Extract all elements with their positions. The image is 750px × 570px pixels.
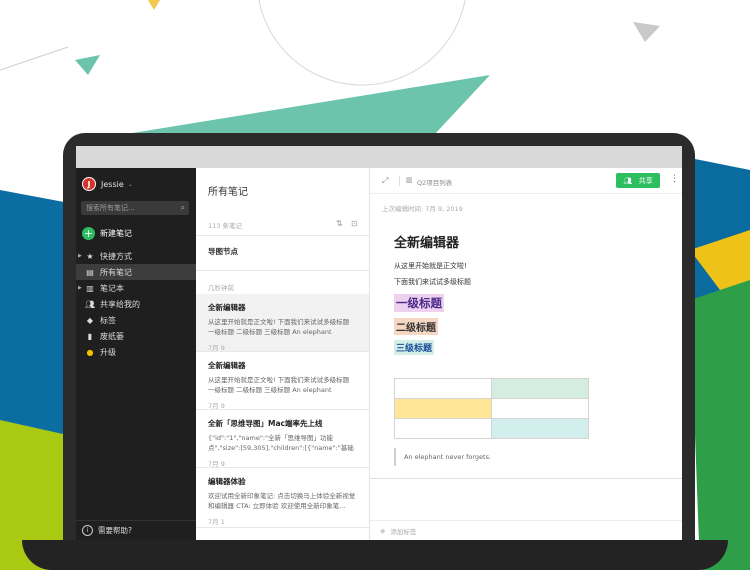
sidebar-item-tags[interactable]: ◆ 标签 <box>76 312 196 328</box>
people-icon: 👥︎ <box>84 299 96 309</box>
table-cell[interactable] <box>491 418 589 439</box>
help-button[interactable]: i 需要帮助? <box>76 520 196 540</box>
sidebar-item-upgrade[interactable]: ● 升级 <box>76 344 196 360</box>
add-tag-label: 添加标签 <box>390 527 417 536</box>
note-date: 7月 9 <box>208 402 225 410</box>
editor-toolbar: ⤢ ▥ Q2项目列表 👥︎ 共享 ⋮ <box>370 168 682 194</box>
list-item[interactable]: 编辑器体验 欢迎试用全新印象笔记: 点击切换马上体验全新视觉和编辑器 CTA: … <box>196 468 369 528</box>
new-note-button[interactable]: + 新建笔记 <box>82 227 132 240</box>
table-cell[interactable] <box>394 398 492 419</box>
new-note-label: 新建笔记 <box>100 229 132 238</box>
list-item[interactable]: 全新编辑器 从这里开始就是正文啦! 下面我们来试试多级标题 一级标题 二级标题 … <box>196 352 369 410</box>
search-input[interactable]: 搜索所有笔记... ⌕ <box>81 201 189 215</box>
search-placeholder: 搜索所有笔记... <box>86 204 135 212</box>
table-cell[interactable] <box>491 398 589 419</box>
sidebar-item-shared[interactable]: 👥︎ 共享给我的 <box>76 296 196 312</box>
heading-level-2[interactable]: 二级标题 <box>394 318 438 335</box>
body-paragraph[interactable]: 从这里开始就是正文啦! <box>394 261 467 271</box>
filter-icon[interactable]: ⊡ <box>351 219 358 228</box>
avatar: J <box>82 177 96 191</box>
list-item[interactable]: 全新「思维导图」Mac端率先上线 {"id":"1","name":"全新「思维… <box>196 410 369 468</box>
table-cell[interactable] <box>491 378 589 399</box>
notebook-selector[interactable]: Q2项目列表 <box>417 177 452 187</box>
note-icon: ▤ <box>86 267 94 277</box>
note-table[interactable] <box>394 378 589 439</box>
heading-level-3[interactable]: 三级标题 <box>394 340 435 355</box>
sidebar: J Jessie ⌄ 搜索所有笔记... ⌕ + 新建笔记 ▶ ★ 快捷方式 ▤… <box>76 168 196 540</box>
note-title: 全新编辑器 <box>208 361 246 370</box>
trash-icon: ▮ <box>87 331 93 341</box>
page-title: 所有笔记 <box>208 187 248 198</box>
note-snippet: 从这里开始就是正文啦! 下面我们来试试多级标题 一级标题 二级标题 三级标题 A… <box>208 376 350 394</box>
note-snippet: 欢迎试用全新印象笔记: 点击切换马上体验全新视觉和编辑器 CTA: 立即体验 欢… <box>208 492 356 510</box>
body-paragraph[interactable]: 下面我们来试试多级标题 <box>394 277 471 287</box>
star-icon: ★ <box>86 251 94 261</box>
tag-icon: ◈ <box>380 526 386 535</box>
note-count: 113 条笔记 <box>208 222 242 230</box>
sidebar-item-notebooks[interactable]: ▶ ▥ 笔记本 <box>76 280 196 296</box>
heading-level-1[interactable]: 一级标题 <box>394 294 444 312</box>
table-cell[interactable] <box>394 418 492 439</box>
table-cell[interactable] <box>394 378 492 399</box>
user-name: Jessie <box>101 179 124 189</box>
upgrade-coin-icon: ● <box>86 347 94 357</box>
note-title: 全新编辑器 <box>208 303 246 312</box>
help-label: 需要帮助? <box>98 526 132 535</box>
sidebar-item-all-notes[interactable]: ▤ 所有笔记 <box>76 264 196 280</box>
sidebar-item-label: 废纸篓 <box>100 331 124 341</box>
account-switcher[interactable]: J Jessie ⌄ <box>82 176 133 192</box>
share-label: 共享 <box>638 176 653 185</box>
note-snippet: 从这里开始就是正文啦! 下面我们来试试多级标题 一级标题 二级标题 三级标题 A… <box>208 318 350 336</box>
list-item[interactable]: 全新编辑器 从这里开始就是正文啦! 下面我们来试试多级标题 一级标题 二级标题 … <box>196 294 369 352</box>
laptop-base <box>22 540 728 570</box>
note-editor: ⤢ ▥ Q2项目列表 👥︎ 共享 ⋮ 上次编辑时间: 7月 9, 2019 全新… <box>370 168 682 540</box>
divider <box>370 478 682 479</box>
window-titlebar <box>76 146 682 168</box>
sidebar-item-label: 所有笔记 <box>100 267 132 277</box>
note-date: 7月 9 <box>208 344 225 352</box>
notebook-icon: ▥ <box>86 283 94 293</box>
app-screen: J Jessie ⌄ 搜索所有笔记... ⌕ + 新建笔记 ▶ ★ 快捷方式 ▤… <box>76 146 682 540</box>
chevron-down-icon: ⌄ <box>127 180 133 188</box>
note-date: 7月 9 <box>208 460 225 468</box>
tag-icon: ◆ <box>86 315 94 325</box>
sort-icon[interactable]: ⇅ <box>336 219 343 228</box>
sidebar-item-label: 标签 <box>100 315 116 325</box>
sidebar-item-label: 共享给我的 <box>100 299 140 309</box>
sidebar-item-label: 笔记本 <box>100 283 124 293</box>
list-item[interactable]: 导图节点 <box>196 235 369 271</box>
note-title: 导图节点 <box>208 247 238 256</box>
note-date: 7月 1 <box>208 518 225 526</box>
note-title: 全新「思维导图」Mac端率先上线 <box>208 419 323 428</box>
add-tag-input[interactable]: ◈ 添加标签 <box>370 520 682 540</box>
search-icon: ⌕ <box>180 203 185 212</box>
more-icon[interactable]: ⋮ <box>670 174 679 184</box>
note-title-input[interactable]: 全新编辑器 <box>394 232 459 251</box>
last-edited-time: 上次编辑时间: 7月 9, 2019 <box>382 205 463 213</box>
share-button[interactable]: 👥︎ 共享 <box>616 173 660 188</box>
blockquote[interactable]: An elephant never forgets. <box>394 448 674 466</box>
expand-icon[interactable]: ⤢ <box>382 176 388 186</box>
sidebar-item-shortcuts[interactable]: ▶ ★ 快捷方式 <box>76 248 196 264</box>
sidebar-item-label: 升级 <box>100 347 116 357</box>
note-snippet: {"id":"1","name":"全新「思维导图」功能点","size":[5… <box>208 434 354 452</box>
note-title: 编辑器体验 <box>208 477 246 486</box>
notebook-icon: ▥ <box>406 176 413 184</box>
section-label: 几秒钟前 <box>208 284 234 292</box>
info-icon: i <box>82 525 93 536</box>
sidebar-nav: ▶ ★ 快捷方式 ▤ 所有笔记 ▶ ▥ 笔记本 👥︎ 共享给我的 ◆ 标签 ▮ … <box>76 248 196 360</box>
sidebar-item-label: 快捷方式 <box>100 251 132 261</box>
sidebar-item-trash[interactable]: ▮ 废纸篓 <box>76 328 196 344</box>
note-list: 所有笔记 113 条笔记 ⇅ ⊡ 导图节点 几秒钟前 全新编辑器 从这里开始就是… <box>196 168 370 540</box>
plus-icon: + <box>82 227 95 240</box>
people-icon: 👥︎ <box>623 176 633 185</box>
